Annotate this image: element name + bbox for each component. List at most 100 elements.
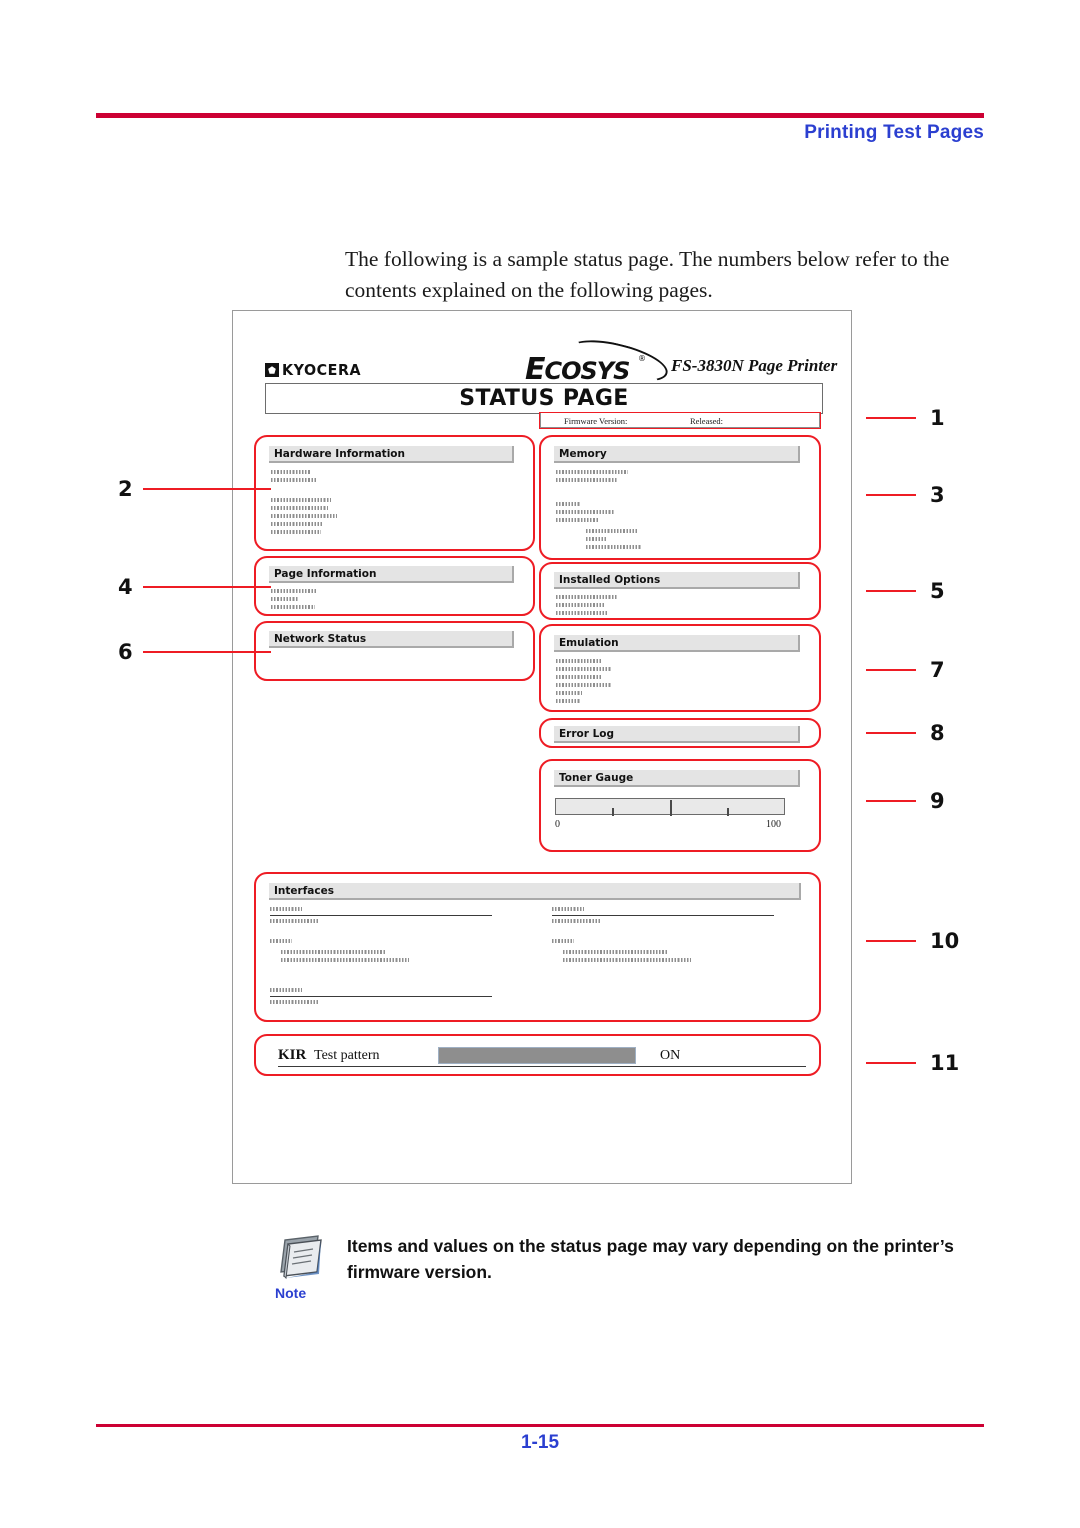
placeholder-line xyxy=(563,950,667,954)
kyocera-mark-icon xyxy=(265,363,279,377)
page-information-label: Page Information xyxy=(274,567,377,580)
page-header-title: Printing Test Pages xyxy=(804,122,984,143)
error-log-box: Error Log xyxy=(539,718,821,748)
callout-leader-6 xyxy=(143,651,271,654)
memory-box: Memory xyxy=(539,435,821,560)
toner-gauge-max-label: 100 xyxy=(766,819,781,830)
placeholder-line xyxy=(281,950,385,954)
placeholder-line xyxy=(556,691,582,695)
callout-leader-10 xyxy=(866,940,916,943)
emulation-box: Emulation xyxy=(539,624,821,712)
registered-mark-icon: ® xyxy=(638,354,646,363)
placeholder-line xyxy=(271,478,317,482)
placeholder-line xyxy=(586,537,606,541)
printer-model-name: FS-3830N Page Printer xyxy=(671,356,838,375)
toner-gauge-box: Toner Gauge 0 100 xyxy=(539,759,821,852)
interfaces-divider-rule xyxy=(552,915,774,916)
hardware-information-header: Hardware Information xyxy=(269,446,514,463)
placeholder-line xyxy=(270,907,302,911)
page-information-box: Page Information xyxy=(254,556,535,616)
kyocera-logo: KYOCERA xyxy=(265,361,368,379)
ecosys-initial: E xyxy=(525,352,545,387)
placeholder-line xyxy=(270,939,292,943)
placeholder-line xyxy=(271,498,331,502)
note-text: Items and values on the status page may … xyxy=(347,1236,954,1282)
placeholder-line xyxy=(556,603,604,607)
toner-gauge-tick-25 xyxy=(612,808,614,816)
callout-leader-4 xyxy=(143,586,271,589)
placeholder-line xyxy=(556,595,618,599)
placeholder-line xyxy=(271,514,337,518)
toner-gauge-header: Toner Gauge xyxy=(554,770,800,787)
placeholder-line xyxy=(556,667,612,671)
placeholder-line xyxy=(271,589,317,593)
callout-number-8: 8 xyxy=(930,721,945,745)
kir-underline xyxy=(278,1066,806,1067)
footer-rule xyxy=(96,1424,984,1427)
kir-test-pattern-bar xyxy=(438,1047,636,1064)
note-label: Note xyxy=(275,1285,307,1301)
network-status-label: Network Status xyxy=(274,632,367,645)
callout-number-3: 3 xyxy=(930,483,945,507)
interfaces-divider-rule xyxy=(270,996,492,997)
toner-gauge-label: Toner Gauge xyxy=(559,771,634,784)
firmware-version-row: Firmware Version: Released: xyxy=(539,412,821,429)
kir-label: KIR xyxy=(278,1047,307,1063)
callout-number-6: 6 xyxy=(118,640,133,664)
placeholder-line xyxy=(552,939,574,943)
placeholder-line xyxy=(281,958,409,962)
callout-number-5: 5 xyxy=(930,579,945,603)
kyocera-wordmark: KYOCERA xyxy=(282,361,362,379)
interfaces-divider-rule xyxy=(270,915,492,916)
placeholder-line xyxy=(271,506,328,510)
callout-leader-1 xyxy=(866,417,916,420)
placeholder-line xyxy=(271,522,323,526)
installed-options-header: Installed Options xyxy=(554,572,800,589)
callout-number-9: 9 xyxy=(930,789,945,813)
ecosys-rest: COSYS xyxy=(544,357,631,385)
network-status-header: Network Status xyxy=(269,631,514,648)
status-page-title: STATUS PAGE xyxy=(459,386,629,411)
header-rule xyxy=(96,113,984,118)
callout-number-10: 10 xyxy=(930,929,960,953)
placeholder-line xyxy=(556,470,628,474)
installed-options-box: Installed Options xyxy=(539,562,821,620)
interfaces-label: Interfaces xyxy=(274,884,334,897)
callout-leader-9 xyxy=(866,800,916,803)
placeholder-line xyxy=(556,675,602,679)
callout-leader-2 xyxy=(143,488,271,491)
placeholder-line xyxy=(270,1000,318,1004)
ecosys-wordmark: ECOSYS xyxy=(525,352,631,387)
emulation-label: Emulation xyxy=(559,636,619,649)
callout-number-7: 7 xyxy=(930,658,945,682)
callout-leader-3 xyxy=(866,494,916,497)
placeholder-line xyxy=(552,919,600,923)
error-log-label: Error Log xyxy=(559,727,614,740)
placeholder-line xyxy=(270,919,318,923)
callout-number-2: 2 xyxy=(118,477,133,501)
toner-gauge-min-label: 0 xyxy=(555,819,560,830)
callout-leader-11 xyxy=(866,1062,916,1065)
hardware-information-box: Hardware Information xyxy=(254,435,535,551)
placeholder-line xyxy=(556,510,614,514)
placeholder-line xyxy=(556,518,598,522)
placeholder-line xyxy=(271,597,299,601)
placeholder-line xyxy=(586,529,638,533)
ecosys-logo: ECOSYS ® FS-3830N Page Printer xyxy=(525,332,837,390)
placeholder-line xyxy=(552,907,584,911)
interfaces-header: Interfaces xyxy=(269,883,801,900)
page-information-header: Page Information xyxy=(269,566,514,583)
callout-leader-5 xyxy=(866,590,916,593)
callout-number-4: 4 xyxy=(118,575,133,599)
placeholder-line xyxy=(563,958,691,962)
toner-gauge-tick-50 xyxy=(670,800,672,816)
memory-label: Memory xyxy=(559,447,607,460)
kir-test-pattern-row: KIR Test pattern ON xyxy=(254,1034,821,1076)
kir-value: ON xyxy=(660,1048,681,1063)
note-document-icon xyxy=(280,1235,322,1280)
hardware-information-label: Hardware Information xyxy=(274,447,405,460)
installed-options-label: Installed Options xyxy=(559,573,661,586)
placeholder-line xyxy=(271,470,310,474)
placeholder-line xyxy=(271,605,315,609)
callout-leader-8 xyxy=(866,732,916,735)
